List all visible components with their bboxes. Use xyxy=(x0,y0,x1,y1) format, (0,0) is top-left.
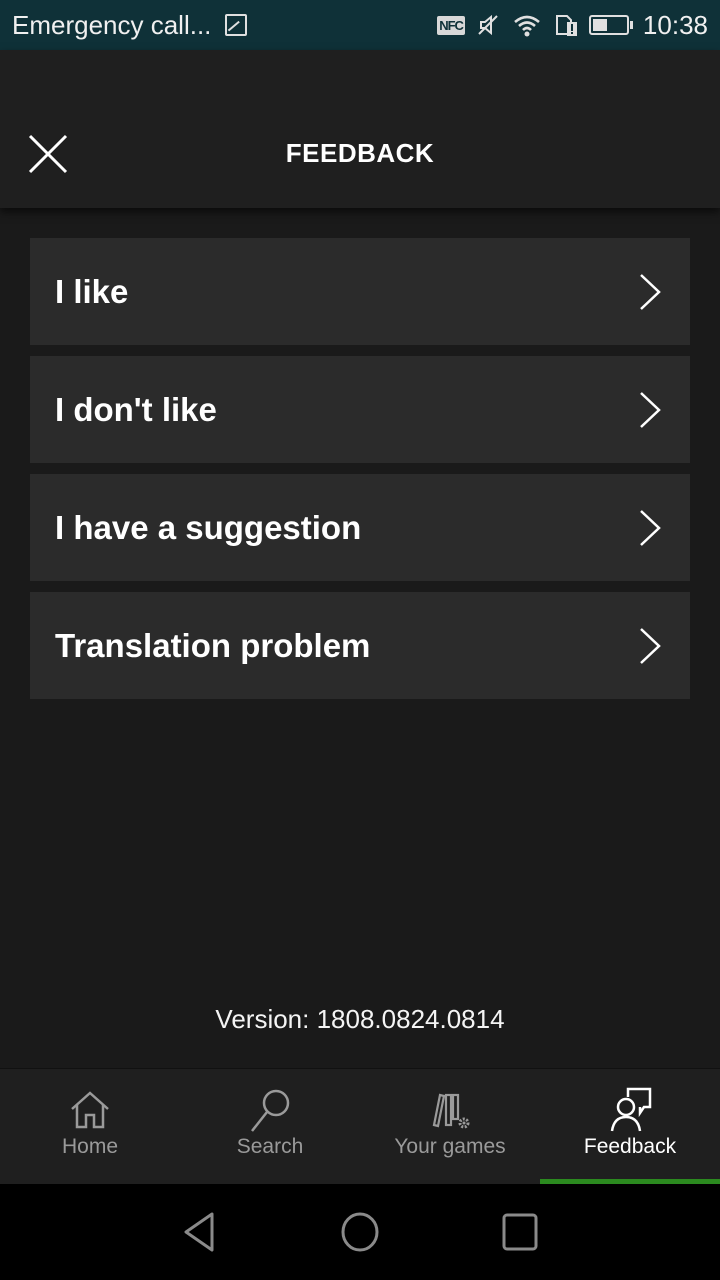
tab-your-games[interactable]: Your games xyxy=(360,1069,540,1185)
tab-label: Search xyxy=(236,1135,304,1158)
option-translation-problem[interactable]: Translation problem xyxy=(30,592,690,699)
feedback-icon xyxy=(610,1087,652,1132)
status-bar: Emergency call... NFC 10:38 xyxy=(0,0,720,50)
search-icon xyxy=(251,1089,290,1132)
option-label: I have a suggestion xyxy=(55,509,362,546)
recents-icon[interactable] xyxy=(498,1210,542,1254)
back-icon[interactable] xyxy=(178,1210,222,1254)
nfc-icon: NFC xyxy=(437,15,465,35)
tab-label: Home xyxy=(61,1135,119,1158)
mute-icon xyxy=(478,14,498,36)
wifi-icon xyxy=(514,15,540,37)
chevron-right-icon xyxy=(640,510,661,546)
option-label: Translation problem xyxy=(55,627,371,664)
page-title: FEEDBACK xyxy=(285,138,435,168)
system-nav-bar xyxy=(0,1184,720,1280)
home-nav-icon[interactable] xyxy=(338,1210,382,1254)
image-notification-icon xyxy=(225,14,248,36)
chevron-right-icon xyxy=(640,274,661,310)
home-icon xyxy=(71,1091,109,1129)
option-label: I like xyxy=(55,273,129,310)
clock: 10:38 xyxy=(642,9,708,40)
your-games-icon xyxy=(432,1093,470,1129)
version-text: Version: 1808.0824.0814 xyxy=(215,1004,505,1034)
tab-feedback[interactable]: Feedback xyxy=(540,1069,720,1185)
tab-label: Feedback xyxy=(583,1135,677,1158)
battery-icon xyxy=(588,15,633,35)
tab-search[interactable]: Search xyxy=(180,1069,360,1185)
option-i-dont-like[interactable]: I don't like xyxy=(30,356,690,463)
app-header: FEEDBACK xyxy=(0,50,720,208)
option-suggestion[interactable]: I have a suggestion xyxy=(30,474,690,581)
chevron-right-icon xyxy=(640,628,661,664)
feedback-options-list: I like I don't like I have a suggestion … xyxy=(30,238,690,710)
option-label: I don't like xyxy=(55,391,217,428)
notification-text: Emergency call... xyxy=(12,9,212,40)
sim-alert-icon xyxy=(555,15,577,36)
tab-label: Your games xyxy=(394,1135,506,1158)
option-i-like[interactable]: I like xyxy=(30,238,690,345)
tab-home[interactable]: Home xyxy=(0,1069,180,1185)
bottom-tab-bar: Home Search Your games Feedback xyxy=(0,1068,720,1185)
chevron-right-icon xyxy=(640,392,661,428)
status-bar-left: Emergency call... xyxy=(12,0,248,50)
status-bar-right: NFC 10:38 xyxy=(437,0,708,50)
